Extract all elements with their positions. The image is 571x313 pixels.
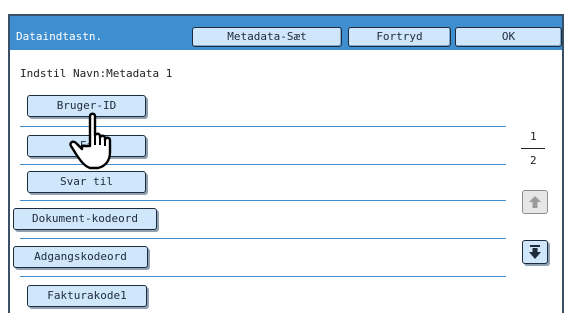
access-password-button[interactable]: Adgangskodeord: [13, 246, 148, 268]
setting-name-label: Indstil Navn:Metadata 1: [20, 67, 173, 80]
reply-to-button[interactable]: Svar til: [27, 171, 146, 193]
page-current: 1: [530, 130, 537, 143]
page-total: 2: [530, 154, 537, 167]
arrow-up-icon: [529, 196, 541, 208]
invoice-code-1-button[interactable]: Fakturakode1: [27, 285, 147, 307]
arrow-down-icon: [529, 245, 541, 259]
cancel-button[interactable]: Fortryd: [348, 27, 451, 47]
metadata-set-button[interactable]: Metadata-Sæt: [192, 27, 342, 47]
page-divider: [521, 148, 545, 149]
scroll-down-button[interactable]: [522, 240, 548, 264]
document-password-button[interactable]: Dokument-kodeord: [13, 208, 157, 230]
dialog-title: Dataindtastn.: [16, 30, 103, 43]
divider: [20, 238, 506, 239]
scroll-up-button[interactable]: [522, 190, 548, 214]
pointing-hand-icon: [69, 112, 112, 170]
ok-button[interactable]: OK: [455, 27, 562, 47]
divider: [20, 200, 506, 201]
divider: [20, 276, 506, 277]
